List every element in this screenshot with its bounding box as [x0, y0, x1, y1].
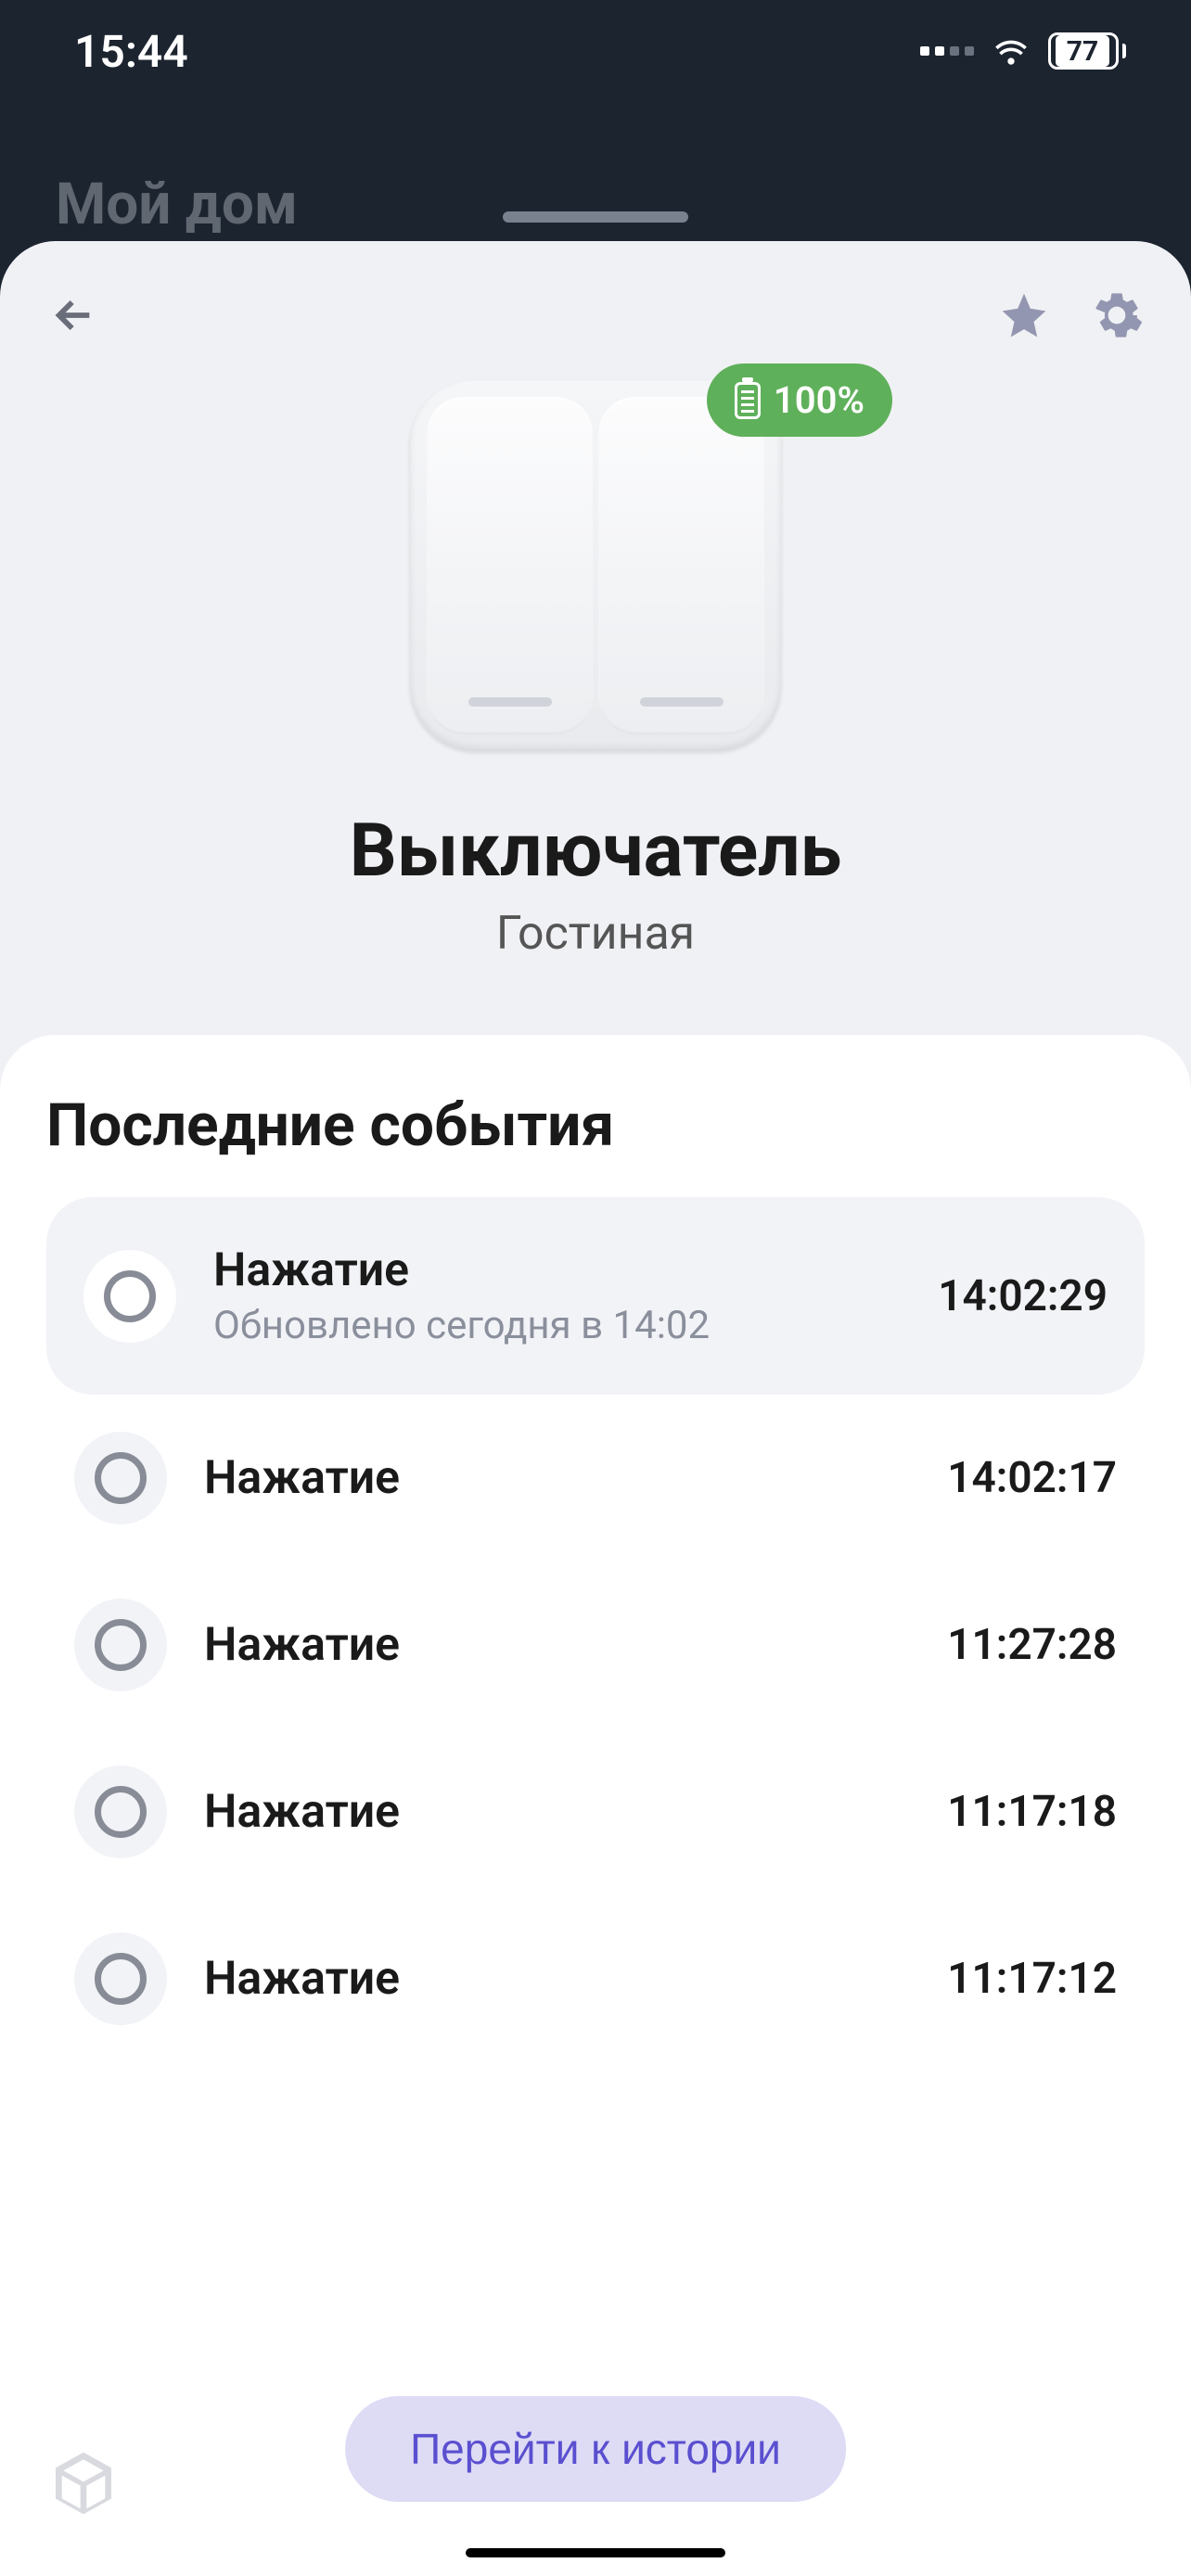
- favorite-button[interactable]: [996, 287, 1052, 343]
- wifi-icon: [991, 31, 1031, 71]
- event-icon-wrap: [74, 1432, 167, 1524]
- press-icon: [95, 1786, 147, 1838]
- event-time: 11:17:12: [947, 1954, 1117, 2004]
- press-icon: [95, 1619, 147, 1671]
- cellular-signal-icon: [920, 46, 974, 56]
- device-name: Выключатель: [350, 807, 841, 894]
- back-button[interactable]: [46, 287, 102, 343]
- event-label: Нажатие: [213, 1243, 901, 1297]
- event-item[interactable]: Нажатие 11:17:18: [46, 1728, 1145, 1895]
- event-sublabel: Обновлено сегодня в 14:02: [213, 1303, 901, 1348]
- sheet-drag-handle[interactable]: [503, 211, 688, 223]
- status-icons: 77: [920, 31, 1126, 71]
- home-indicator[interactable]: [466, 2548, 725, 2557]
- switch-illustration: [410, 380, 781, 751]
- arrow-left-icon: [48, 289, 100, 341]
- device-image: 100%: [410, 380, 781, 751]
- device-battery-percent: 100%: [774, 378, 864, 422]
- device-room: Гостиная: [496, 907, 695, 961]
- event-label: Нажатие: [204, 1785, 910, 1839]
- event-item[interactable]: Нажатие 14:02:17: [46, 1395, 1145, 1562]
- device-hero: 100% Выключатель Гостиная: [0, 362, 1191, 1035]
- go-to-history-button[interactable]: Перейти к истории: [345, 2396, 846, 2502]
- event-time: 14:02:17: [947, 1453, 1117, 1503]
- event-item[interactable]: Нажатие Обновлено сегодня в 14:02 14:02:…: [46, 1197, 1145, 1395]
- event-label: Нажатие: [204, 1618, 910, 1672]
- battery-indicator: 77: [1048, 32, 1126, 70]
- press-icon: [95, 1452, 147, 1504]
- events-panel: Последние события Нажатие Обновлено сего…: [0, 1035, 1191, 2576]
- status-time: 15:44: [74, 25, 188, 78]
- event-label: Нажатие: [204, 1451, 910, 1505]
- star-icon: [998, 289, 1050, 341]
- event-icon-wrap: [74, 1599, 167, 1691]
- event-icon-wrap: [74, 1932, 167, 2025]
- device-battery-badge: 100%: [707, 363, 892, 437]
- battery-percent: 77: [1056, 35, 1110, 67]
- background-home-title: Мой дом: [56, 171, 298, 238]
- event-icon-wrap: [74, 1766, 167, 1858]
- event-item[interactable]: Нажатие 11:17:12: [46, 1895, 1145, 2062]
- event-time: 14:02:29: [938, 1271, 1108, 1321]
- press-icon: [95, 1953, 147, 2005]
- cube-icon[interactable]: [46, 2446, 121, 2520]
- event-label: Нажатие: [204, 1952, 910, 2006]
- status-bar: 15:44 77: [0, 0, 1191, 102]
- events-title: Последние события: [46, 1090, 1145, 1160]
- press-icon: [104, 1270, 156, 1322]
- event-item[interactable]: Нажатие 11:27:28: [46, 1562, 1145, 1728]
- device-sheet: 100% Выключатель Гостиная Последние собы…: [0, 241, 1191, 2576]
- event-icon-wrap: [83, 1250, 176, 1343]
- battery-icon: [735, 382, 761, 419]
- settings-button[interactable]: [1089, 287, 1145, 343]
- event-time: 11:27:28: [947, 1620, 1117, 1670]
- event-time: 11:17:18: [947, 1787, 1117, 1837]
- sheet-header: [0, 241, 1191, 362]
- gear-icon: [1091, 289, 1143, 341]
